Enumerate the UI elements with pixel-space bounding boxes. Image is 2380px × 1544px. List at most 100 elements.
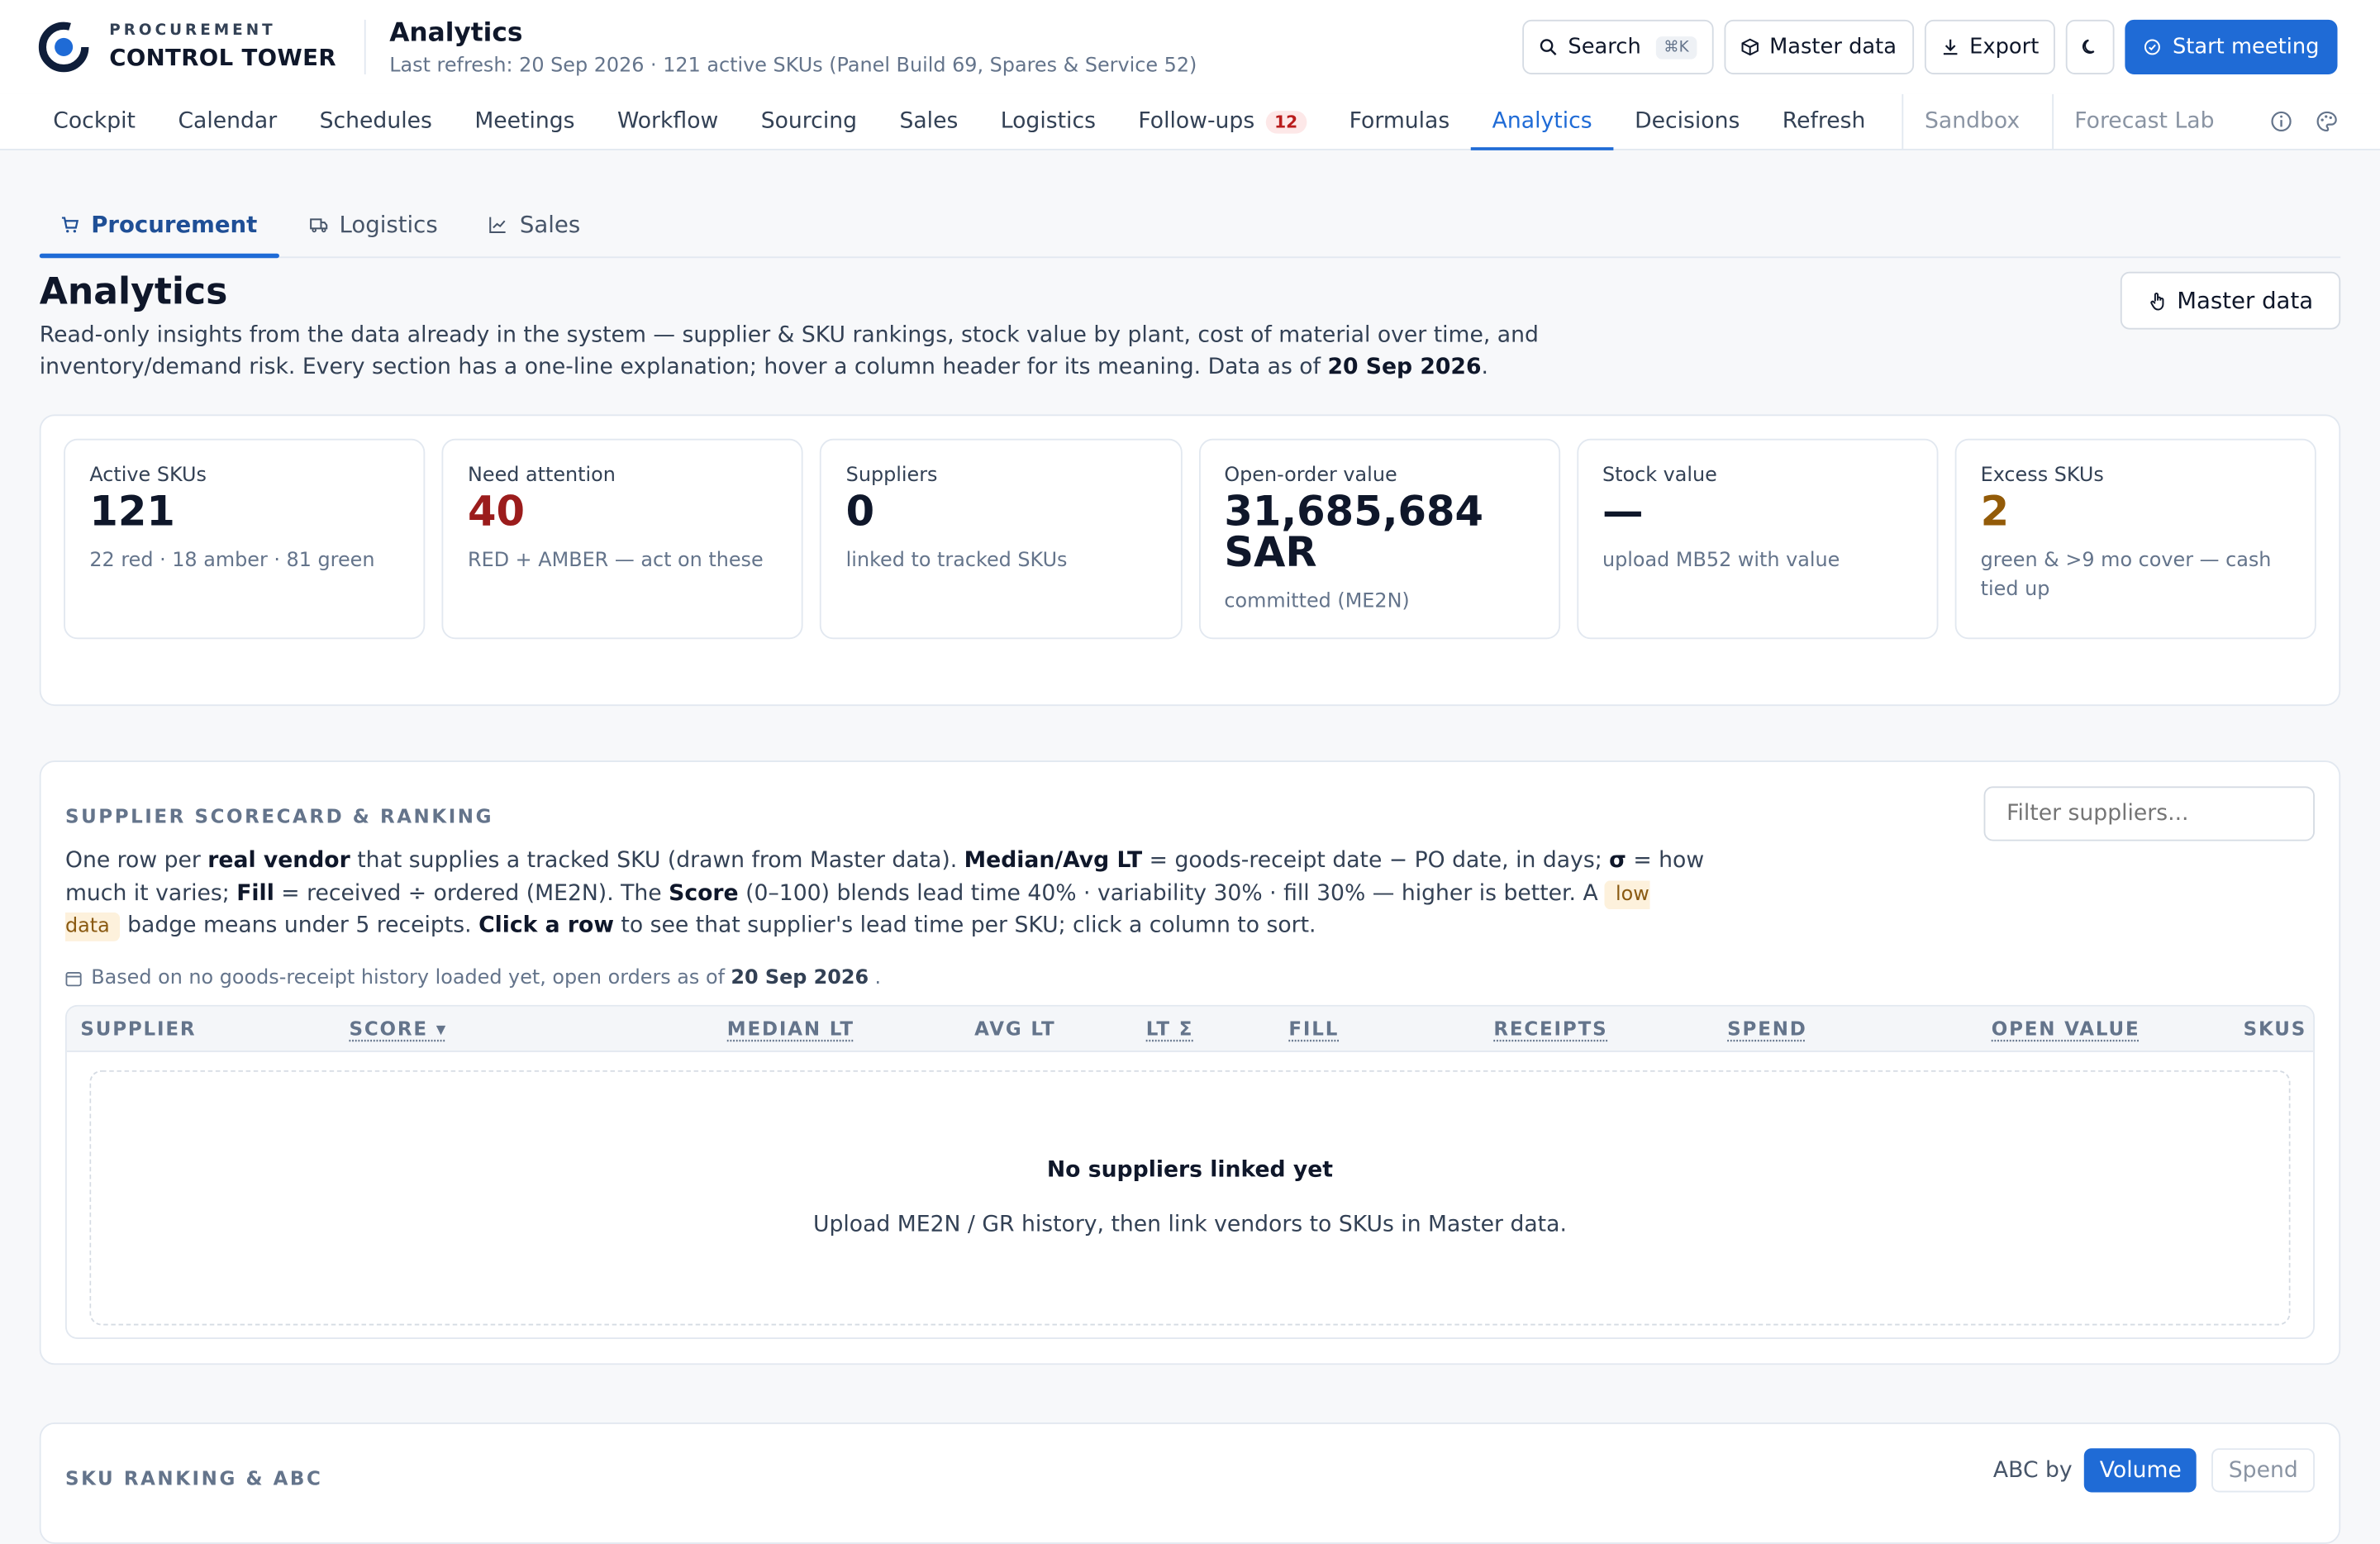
search-label: Search	[1568, 35, 1641, 60]
scorecard-title: SUPPLIER SCORECARD & RANKING	[64, 804, 494, 828]
desc-text: = received ÷ ordered (ME2N). The	[274, 881, 669, 906]
abc-spend-button[interactable]: Spend	[2211, 1448, 2315, 1493]
column-median-lt[interactable]: MEDIAN LT	[727, 1017, 854, 1040]
tab-procurement[interactable]: Procurement	[39, 193, 278, 259]
divider	[364, 19, 365, 74]
brand[interactable]: PROCUREMENT CONTROL TOWER	[36, 20, 336, 74]
data-basis-note: Based on no goods-receipt history loaded…	[65, 966, 2315, 989]
empty-state-title: No suppliers linked yet	[1046, 1157, 1334, 1182]
kpi-card-suppliers: Suppliers 0 linked to tracked SKUs	[820, 438, 1182, 640]
master-data-label: Master data	[1769, 35, 1897, 60]
kpi-label: Active SKUs	[89, 465, 207, 488]
main-nav: Cockpit Calendar Schedules Meetings Work…	[0, 93, 2380, 150]
sku-ranking-panel: SKU RANKING & ABC ABC by Volume Spend	[39, 1422, 2341, 1544]
nav-follow-ups[interactable]: Follow-ups 12	[1117, 94, 1328, 149]
abc-volume-button[interactable]: Volume	[2084, 1448, 2197, 1493]
start-meeting-label: Start meeting	[2172, 35, 2320, 60]
palette-icon[interactable]	[2315, 109, 2339, 133]
tab-logistics[interactable]: Logistics	[288, 193, 459, 256]
nav-meetings[interactable]: Meetings	[454, 94, 597, 149]
column-lt-sigma[interactable]: LT Σ	[1146, 1017, 1194, 1040]
column-receipts[interactable]: RECEIPTS	[1493, 1017, 1607, 1040]
tab-sales[interactable]: Sales	[468, 193, 602, 256]
desc-bold: σ	[1609, 848, 1626, 874]
kpi-card-need-attention: Need attention 40 RED + AMBER — act on t…	[441, 438, 804, 640]
kpi-note: green & >9 mo cover — cash tied up	[1980, 549, 2272, 602]
kpi-note: upload MB52 with value	[1602, 549, 1840, 573]
table-header: SUPPLIER SCORE ▾ MEDIAN LT AVG LT LT Σ F…	[66, 1005, 2314, 1051]
nav-refresh[interactable]: Refresh	[1761, 94, 1887, 149]
nav-sales[interactable]: Sales	[878, 94, 979, 149]
column-fill[interactable]: FILL	[1288, 1017, 1339, 1040]
nav-decisions[interactable]: Decisions	[1613, 94, 1761, 149]
supplier-filter-input[interactable]	[1983, 786, 2315, 841]
desc-text: One row per	[64, 848, 208, 874]
column-spend[interactable]: SPEND	[1727, 1017, 1807, 1040]
column-skus[interactable]: SKUS	[2244, 1017, 2306, 1040]
tab-procurement-label: Procurement	[91, 211, 258, 239]
meeting-icon	[2144, 39, 2161, 55]
info-icon[interactable]	[2269, 109, 2293, 133]
analytics-master-data-button[interactable]: Master data	[2121, 271, 2341, 330]
desc-text: that supplies a tracked SKU (drawn from …	[350, 848, 964, 874]
column-supplier[interactable]: SUPPLIER	[80, 1017, 196, 1040]
supplier-scorecard-panel: SUPPLIER SCORECARD & RANKING One row per…	[39, 760, 2341, 1365]
nav-schedules[interactable]: Schedules	[298, 94, 454, 149]
nav-logistics[interactable]: Logistics	[979, 94, 1117, 149]
kpi-label: Need attention	[468, 465, 616, 488]
top-bar: PROCUREMENT CONTROL TOWER Analytics Last…	[0, 0, 2380, 94]
kpi-note: committed (ME2N)	[1224, 590, 1410, 614]
column-open-value[interactable]: OPEN VALUE	[1992, 1017, 2140, 1040]
nav-formulas[interactable]: Formulas	[1328, 94, 1471, 149]
nav-workflow[interactable]: Workflow	[596, 94, 740, 149]
cube-icon	[1741, 38, 1759, 56]
kpi-panel: Active SKUs 121 22 red · 18 amber · 81 g…	[39, 414, 2341, 707]
line-chart-icon	[489, 217, 507, 234]
kpi-value: 40	[468, 488, 526, 536]
nav-sandbox[interactable]: Sandbox	[1903, 94, 2041, 149]
master-data-button[interactable]: Master data	[1723, 19, 1914, 74]
desc-text: = goods-receipt date − PO date, in days;	[1142, 848, 1610, 874]
start-meeting-button[interactable]: Start meeting	[2125, 19, 2338, 74]
kpi-note: 22 red · 18 amber · 81 green	[89, 549, 375, 573]
moon-icon	[2082, 39, 2096, 54]
nav-calendar[interactable]: Calendar	[157, 94, 298, 149]
abc-label: ABC by	[1992, 1458, 2073, 1483]
analytics-title: Analytics	[39, 269, 228, 313]
kpi-value: 31,685,684 SAR	[1224, 488, 1484, 577]
truck-icon	[309, 218, 327, 233]
column-score[interactable]: SCORE ▾	[349, 1017, 447, 1040]
follow-ups-count-badge: 12	[1265, 110, 1307, 133]
export-button[interactable]: Export	[1924, 19, 2056, 74]
logo-icon	[38, 21, 89, 73]
dark-mode-toggle[interactable]	[2066, 19, 2116, 74]
hand-pointer-icon	[2150, 292, 2164, 310]
desc-text: badge means under 5 receipts.	[120, 913, 479, 939]
desc-bold: Fill	[236, 881, 274, 906]
analytics-data-date: 20 Sep 2026	[1327, 355, 1482, 380]
column-avg-lt[interactable]: AVG LT	[974, 1017, 1055, 1040]
sku-ranking-title: SKU RANKING & ABC	[64, 1466, 323, 1489]
nav-analytics[interactable]: Analytics	[1470, 94, 1614, 150]
nav-cockpit[interactable]: Cockpit	[32, 94, 157, 149]
page: PROCUREMENT CONTROL TOWER Analytics Last…	[0, 0, 2380, 1544]
nav-forecast-lab[interactable]: Forecast Lab	[2054, 94, 2236, 149]
nav-sourcing[interactable]: Sourcing	[740, 94, 878, 149]
brand-tagline: PROCUREMENT	[109, 22, 276, 40]
page-title: Analytics	[389, 17, 523, 48]
desc-bold: Click a row	[478, 913, 614, 939]
kpi-value: 121	[89, 488, 175, 536]
kpi-label: Stock value	[1602, 465, 1717, 488]
download-icon	[1943, 39, 1957, 55]
desc-bold: Score	[669, 881, 739, 906]
brand-name: CONTROL TOWER	[109, 44, 336, 72]
search-icon	[1540, 39, 1557, 55]
search-button[interactable]: Search ⌘K	[1522, 19, 1714, 74]
export-label: Export	[1969, 35, 2040, 60]
tab-logistics-label: Logistics	[339, 211, 438, 239]
basis-end: .	[874, 966, 882, 989]
abc-toggle: ABC by Volume Spend	[1992, 1448, 2315, 1493]
kpi-note: linked to tracked SKUs	[845, 549, 1068, 573]
kpi-label: Open-order value	[1224, 465, 1397, 488]
empty-state: No suppliers linked yet Upload ME2N / GR…	[89, 1069, 2291, 1325]
